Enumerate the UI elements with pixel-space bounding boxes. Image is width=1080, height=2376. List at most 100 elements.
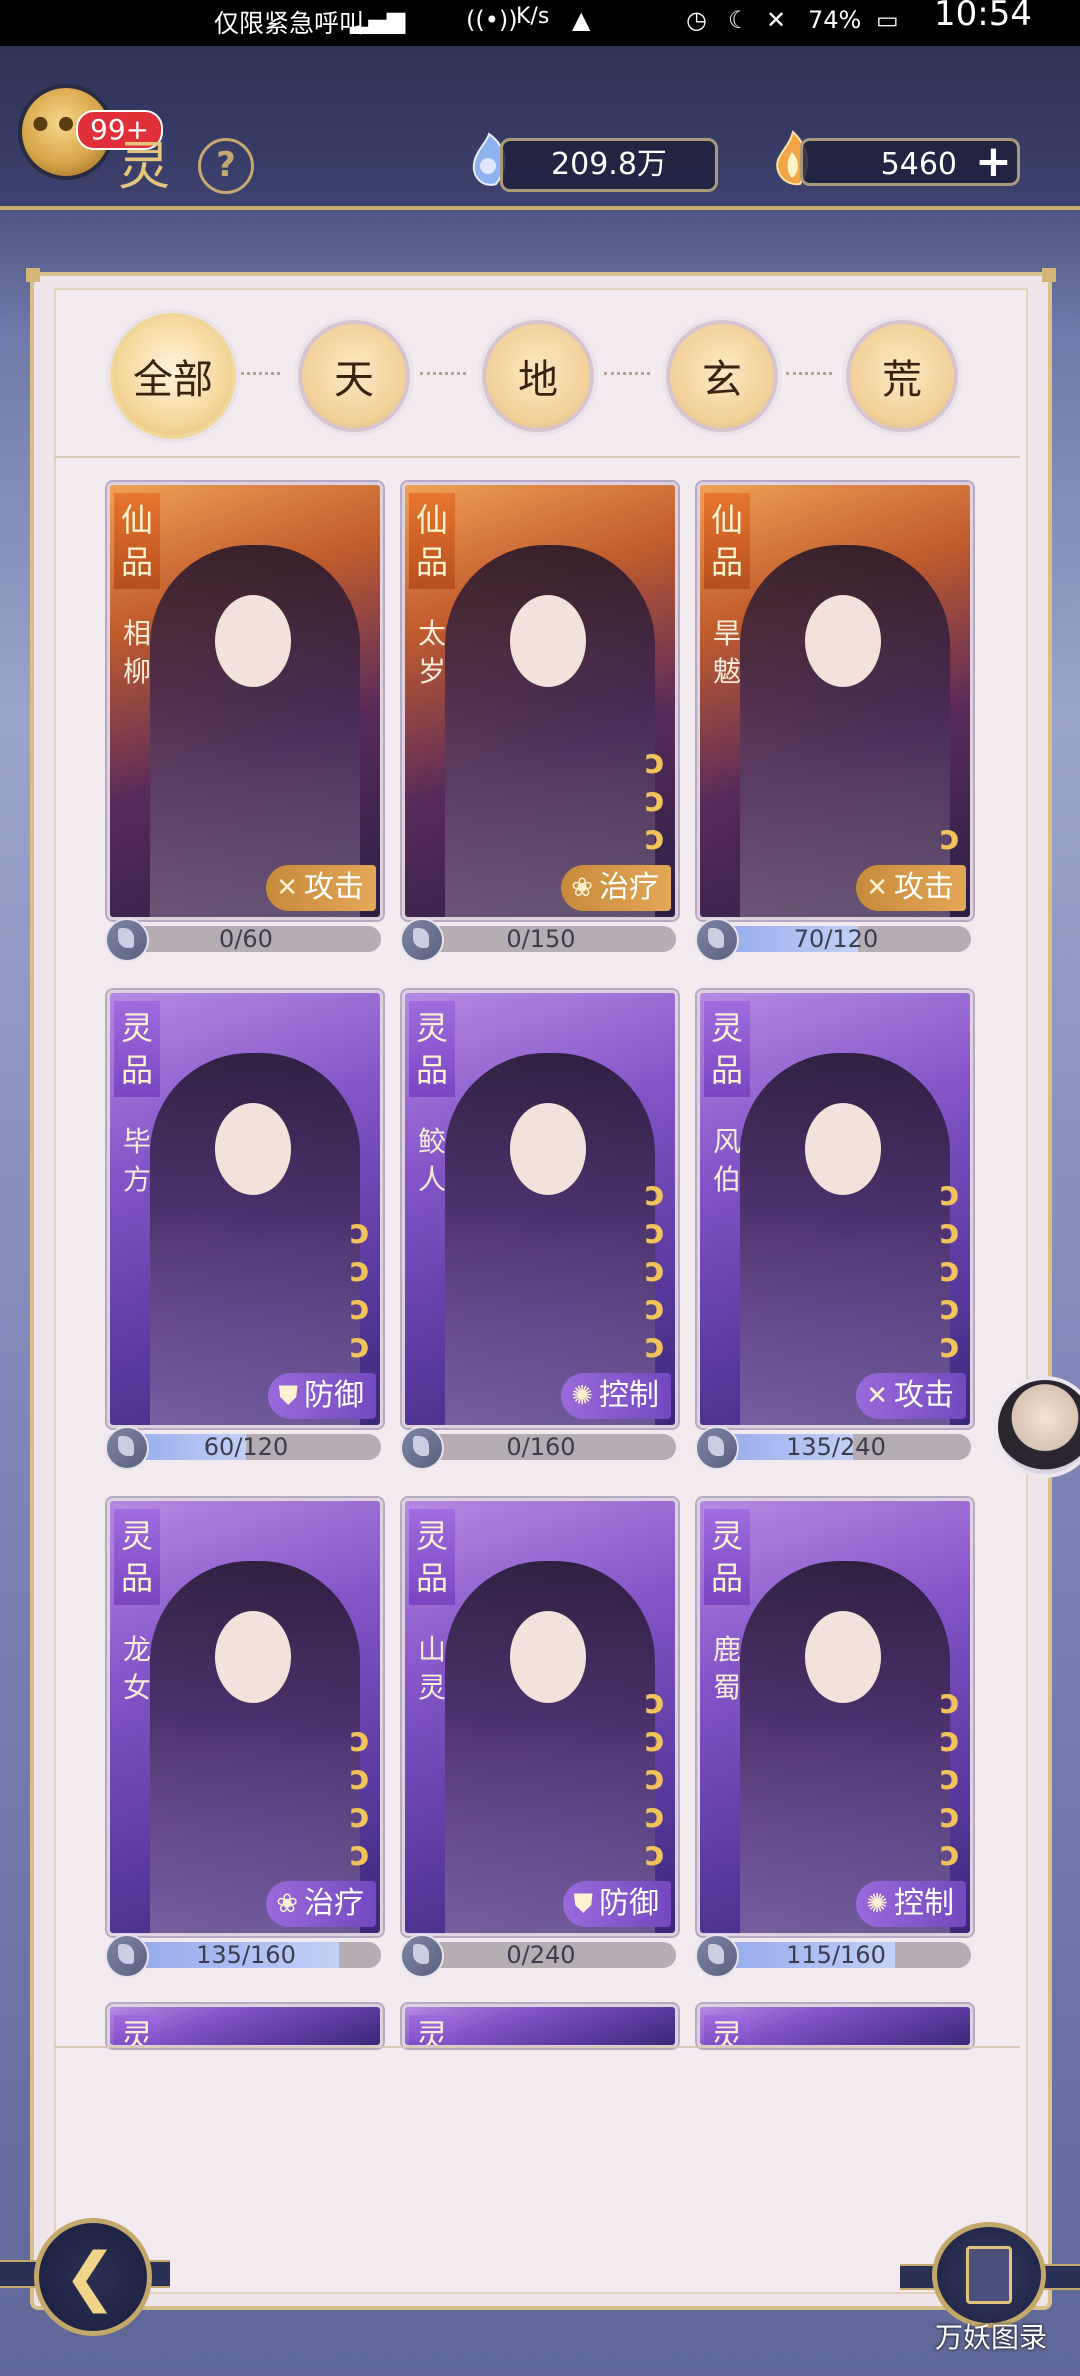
spirit-card[interactable]: 灵品 山灵 ɔ ɔ ɔ ɔ ɔ ⛊ 防御 (402, 1498, 678, 1936)
character-name: 鹿蜀 (712, 1633, 741, 1704)
spirit-card[interactable]: 灵品毕方 ɔ ɔ ɔ ɔ ⛊ 防御 (107, 990, 383, 1428)
clock: 10:54 (934, 0, 1032, 34)
grade-label: 仙品 (409, 493, 455, 589)
shard-icon (400, 1426, 444, 1470)
grade-label: 灵品 (114, 1001, 160, 1097)
hotspot-icon: ((•)) (466, 6, 518, 34)
star-marks: ɔɔɔɔ (349, 1720, 370, 1874)
bestiary-label: 万妖图录 (934, 2321, 1047, 2354)
role-badge: ❀ 治疗 (561, 865, 671, 911)
character-face (510, 1611, 586, 1703)
grade-label: 灵品 (409, 1001, 455, 1097)
grade-label: 灵品 (409, 1509, 455, 1605)
role-label: 防御 (304, 1378, 364, 1413)
character-face (215, 1611, 291, 1703)
spirit-card-partial[interactable]: 灵 (697, 2004, 973, 2048)
role-badge: ⛊ 防御 (563, 1881, 671, 1927)
spirit-card[interactable]: 仙品 旱魃 ɔ ✕ 攻击 (697, 482, 973, 920)
role-badge: ❀ 治疗 (266, 1881, 376, 1927)
character-name: 风伯 (712, 1125, 741, 1196)
help-icon[interactable]: ? (198, 138, 254, 194)
character-name: 相柳 (122, 617, 151, 688)
shard-icon (695, 1426, 739, 1470)
character-face (805, 1611, 881, 1703)
role-label: 防御 (599, 1886, 659, 1921)
spirit-card[interactable]: 仙品 太岁 ɔ ɔ ɔ ❀ 治疗 (402, 482, 678, 920)
lotus-icon: ❀ (276, 1889, 298, 1919)
progress-text: 135/240 (786, 1434, 886, 1460)
currency-spirit-jade: 209.8万 (500, 138, 718, 192)
spirit-card[interactable]: 灵品 风伯 ɔ ɔ ɔ ɔ ɔ ✕ 攻击 (697, 990, 973, 1428)
role-badge: ✕ 攻击 (266, 865, 376, 911)
page-title: 灵 (118, 137, 171, 197)
crossed-swords-icon: ✕ (276, 873, 298, 903)
character-face (215, 595, 291, 687)
role-label: 控制 (894, 1886, 954, 1921)
shard-progress-bar: 0/60 (111, 926, 381, 952)
tab-heaven[interactable]: 天 (298, 320, 410, 432)
shard-icon (695, 918, 739, 962)
progress-text: 0/60 (219, 926, 273, 952)
spirit-card[interactable]: 灵品 鹿蜀 ɔ ɔ ɔ ɔ ɔ ✺ 控制 (697, 1498, 973, 1936)
crossed-swords-icon: ✕ (866, 1381, 888, 1411)
grade-label: 灵品 (704, 1001, 750, 1097)
spirit-card-partial[interactable]: 灵 (107, 2004, 383, 2048)
bestiary-button[interactable] (932, 2222, 1046, 2328)
character-face (805, 1103, 881, 1195)
signal-icon: ▂▄▆ (350, 6, 406, 34)
panel-corner-ornament (1042, 268, 1056, 282)
role-badge: ✕ 攻击 (856, 1373, 966, 1419)
character-name: 毕方 (122, 1125, 151, 1196)
spirit-card-partial[interactable]: 灵 (402, 2004, 678, 2048)
spirit-card[interactable]: 灵品 鲛人 ɔ ɔ ɔ ɔ ɔ ✺ 控制 (402, 990, 678, 1428)
tab-connector (786, 372, 832, 381)
shard-progress-bar: 70/120 (701, 926, 971, 952)
shard-progress-bar: 0/160 (406, 1434, 676, 1460)
tab-wild[interactable]: 荒 (846, 320, 958, 432)
progress-text: 0/160 (506, 1434, 576, 1460)
character-name: 太岁 (417, 617, 446, 688)
role-label: 攻击 (894, 870, 954, 905)
star-marks: ɔɔɔɔ (349, 1212, 370, 1366)
shard-icon (105, 1426, 149, 1470)
grade-label: 仙品 (114, 493, 160, 589)
grade-label: 灵 (704, 2015, 750, 2045)
tab-connector (604, 372, 650, 381)
tab-mystic[interactable]: 玄 (666, 320, 778, 432)
character-face (510, 1103, 586, 1195)
tab-earth[interactable]: 地 (482, 320, 594, 432)
star-marks: ɔɔɔɔɔ (644, 1682, 665, 1874)
spirit-card[interactable]: 仙品相柳 ✕ 攻击 (107, 482, 383, 920)
spirit-card[interactable]: 灵品龙女 ɔ ɔ ɔ ɔ ❀ 治疗 (107, 1498, 383, 1936)
shard-progress-bar: 135/240 (701, 1434, 971, 1460)
tab-connector (420, 372, 466, 381)
character-name: 旱魃 (712, 617, 741, 688)
shard-icon (400, 918, 444, 962)
carrier-text: 仅限紧急呼叫 (214, 9, 365, 38)
character-face (215, 1103, 291, 1195)
tab-all[interactable]: 全部 (110, 313, 236, 439)
tab-connector (236, 372, 280, 381)
role-label: 治疗 (304, 1886, 364, 1921)
role-label: 治疗 (599, 870, 659, 905)
shard-icon (105, 1934, 149, 1978)
character-name: 龙女 (122, 1633, 151, 1704)
progress-text: 135/160 (196, 1942, 296, 1968)
shard-icon (105, 918, 149, 962)
back-button[interactable]: ❮ (34, 2218, 152, 2336)
shard-icon (695, 1934, 739, 1978)
shard-icon (400, 1934, 444, 1978)
bottom-divider (54, 2046, 1020, 2048)
role-badge: ⛊ 防御 (268, 1373, 376, 1419)
swirl-icon: ✺ (866, 1889, 888, 1919)
grade-label: 灵品 (114, 1509, 160, 1605)
shard-progress-bar: 60/120 (111, 1434, 381, 1460)
add-currency-button[interactable]: + (975, 140, 1012, 184)
progress-text: 60/120 (203, 1434, 289, 1460)
grade-label: 灵 (409, 2015, 455, 2045)
top-divider (54, 456, 1020, 458)
progress-text: 115/160 (786, 1942, 886, 1968)
shard-progress-bar: 115/160 (701, 1942, 971, 1968)
star-marks: ɔ (939, 818, 960, 858)
battery-percent: 74% (808, 6, 862, 34)
